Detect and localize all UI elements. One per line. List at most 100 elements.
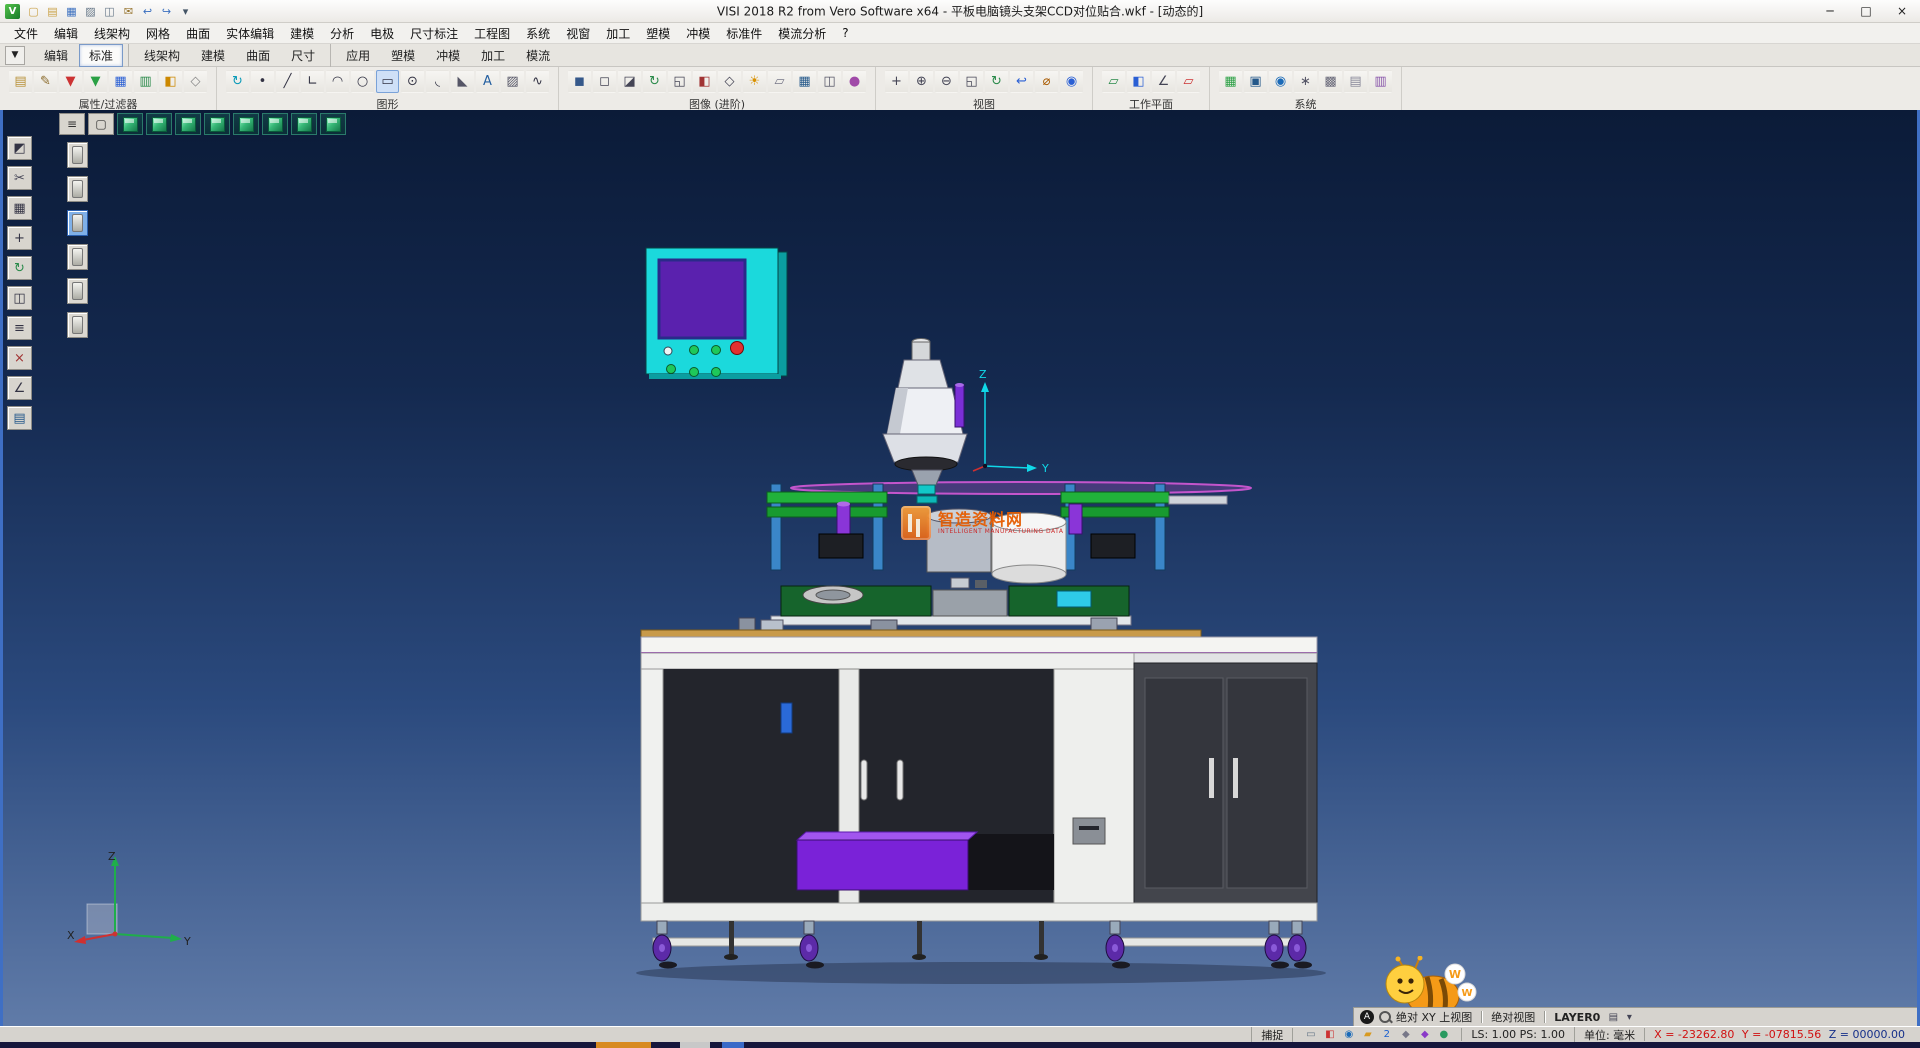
- globe-icon[interactable]: ◉: [1269, 70, 1292, 93]
- color-table-icon[interactable]: ▦: [1219, 70, 1242, 93]
- workplane-xy-icon[interactable]: ▱: [1102, 70, 1125, 93]
- layer-options-icon[interactable]: ▾: [1621, 1010, 1637, 1024]
- solid-status-icon[interactable]: ◆: [1416, 1028, 1433, 1042]
- snapshot-icon[interactable]: ◫: [818, 70, 841, 93]
- text-icon[interactable]: A: [476, 70, 499, 93]
- ribbon-tab[interactable]: 标准: [79, 44, 123, 67]
- print-icon[interactable]: ▨: [81, 3, 100, 20]
- ribbon-tab[interactable]: 加工: [471, 44, 515, 67]
- active-layer-label[interactable]: LAYER0: [1554, 1011, 1600, 1024]
- workplane-new-icon[interactable]: ◧: [1127, 70, 1150, 93]
- menu-item[interactable]: 冲模: [678, 24, 718, 43]
- perspective-icon[interactable]: ◇: [718, 70, 741, 93]
- grid-options-icon[interactable]: ▩: [1319, 70, 1342, 93]
- menu-item[interactable]: 模流分析: [770, 24, 834, 43]
- ellipse-icon[interactable]: ⊙: [401, 70, 424, 93]
- wireframe-view-icon[interactable]: ◻: [593, 70, 616, 93]
- menu-item[interactable]: 系统: [518, 24, 558, 43]
- redraw-icon[interactable]: ↻: [226, 70, 249, 93]
- circle-icon[interactable]: ○: [351, 70, 374, 93]
- blank-view-icon[interactable]: ▢: [88, 113, 114, 135]
- rectangle-icon[interactable]: ▭: [376, 70, 399, 93]
- menu-item[interactable]: 标准件: [718, 24, 770, 43]
- point-icon[interactable]: •: [251, 70, 274, 93]
- curve-icon[interactable]: ∿: [526, 70, 549, 93]
- properties-icon[interactable]: ▤: [9, 70, 32, 93]
- iso-view-3-icon[interactable]: [175, 113, 201, 135]
- folder-status-icon[interactable]: ▰: [1359, 1028, 1376, 1042]
- select-icon[interactable]: ◩: [7, 136, 32, 160]
- layer-manager-icon[interactable]: ▤: [7, 406, 32, 430]
- chamfer-icon[interactable]: ◣: [451, 70, 474, 93]
- viewport-canvas[interactable]: ≡ ▢ ◩✂▦+↻◫≡×∠▤: [0, 110, 1920, 1026]
- ribbon-tab[interactable]: 线架构: [134, 44, 190, 67]
- offset-icon[interactable]: ≡: [7, 316, 32, 340]
- tab-list-dropdown-icon[interactable]: ▼: [5, 46, 25, 65]
- dynamic-rotate-icon[interactable]: ↻: [643, 70, 666, 93]
- save-icon[interactable]: ▦: [62, 3, 81, 20]
- print-preview-icon[interactable]: ◫: [100, 3, 119, 20]
- ribbon-tab[interactable]: 冲模: [426, 44, 470, 67]
- toolbar-options-icon[interactable]: ▾: [176, 3, 195, 20]
- monitor-icon[interactable]: ▣: [1244, 70, 1267, 93]
- render-icon[interactable]: ●: [843, 70, 866, 93]
- iso-view-7-icon[interactable]: [291, 113, 317, 135]
- help-status-icon[interactable]: 2: [1378, 1028, 1395, 1042]
- minimize-button[interactable]: ─: [1812, 0, 1848, 22]
- pan-view-icon[interactable]: +: [885, 70, 908, 93]
- ribbon-tab[interactable]: 应用: [336, 44, 380, 67]
- view-menu-icon[interactable]: ≡: [59, 113, 85, 135]
- delete-icon[interactable]: ×: [7, 346, 32, 370]
- layer-list-icon[interactable]: ▤: [1605, 1010, 1621, 1024]
- iso-view-2-icon[interactable]: [146, 113, 172, 135]
- ribbon-tab[interactable]: 模流: [516, 44, 560, 67]
- snap-toggle[interactable]: 捕捉: [1251, 1027, 1292, 1043]
- iso-view-5-icon[interactable]: [233, 113, 259, 135]
- menu-item[interactable]: 塑模: [638, 24, 678, 43]
- filter-slot-5-icon[interactable]: [67, 278, 88, 304]
- ribbon-tab[interactable]: 尺寸: [281, 44, 325, 67]
- rotate-icon[interactable]: ↻: [7, 256, 32, 280]
- workplane-align-icon[interactable]: ∠: [1152, 70, 1175, 93]
- annotation-badge-icon[interactable]: A: [1360, 1010, 1374, 1024]
- filter-slot-3-icon[interactable]: [67, 210, 88, 236]
- shaded-view-icon[interactable]: ◼: [568, 70, 591, 93]
- view-info-icon[interactable]: ◉: [1060, 70, 1083, 93]
- move-icon[interactable]: +: [7, 226, 32, 250]
- fillet-icon[interactable]: ◟: [426, 70, 449, 93]
- tools-status-icon[interactable]: ◆: [1397, 1028, 1414, 1042]
- ribbon-tab[interactable]: 建模: [191, 44, 235, 67]
- menu-item[interactable]: 网格: [138, 24, 178, 43]
- layer-filter-icon[interactable]: ▥: [134, 70, 157, 93]
- menu-item[interactable]: 分析: [322, 24, 362, 43]
- filter-slot-6-icon[interactable]: [67, 312, 88, 338]
- ribbon-tab[interactable]: 塑模: [381, 44, 425, 67]
- menu-item[interactable]: 工程图: [466, 24, 518, 43]
- hidden-line-icon[interactable]: ◪: [618, 70, 641, 93]
- filter-grid-icon[interactable]: ▦: [109, 70, 132, 93]
- filter-slot-2-icon[interactable]: [67, 176, 88, 202]
- snap-grid-icon[interactable]: ▦: [7, 196, 32, 220]
- arc-icon[interactable]: ◠: [326, 70, 349, 93]
- globe-status-icon[interactable]: ◉: [1340, 1028, 1357, 1042]
- view-mode-label[interactable]: 绝对 XY 上视图: [1396, 1009, 1472, 1025]
- zoom-extents-icon[interactable]: ◱: [668, 70, 691, 93]
- menu-item[interactable]: 尺寸标注: [402, 24, 466, 43]
- prompt-icon[interactable]: ◧: [1321, 1028, 1338, 1042]
- open-file-icon[interactable]: ▤: [43, 3, 62, 20]
- options-icon[interactable]: ∗: [1294, 70, 1317, 93]
- menu-item[interactable]: 曲面: [178, 24, 218, 43]
- database-icon[interactable]: ▥: [1369, 70, 1392, 93]
- zoom-out-icon[interactable]: ⊖: [935, 70, 958, 93]
- section-view-icon[interactable]: ◧: [693, 70, 716, 93]
- filter-add-icon[interactable]: ▼: [59, 70, 82, 93]
- menu-item[interactable]: 建模: [282, 24, 322, 43]
- close-button[interactable]: ×: [1884, 0, 1920, 22]
- menu-item[interactable]: ?: [834, 25, 856, 41]
- menu-item[interactable]: 文件: [6, 24, 46, 43]
- menu-item[interactable]: 实体编辑: [218, 24, 282, 43]
- email-icon[interactable]: ✉: [119, 3, 138, 20]
- ribbon-tab[interactable]: 曲面: [236, 44, 280, 67]
- filter-slot-4-icon[interactable]: [67, 244, 88, 270]
- workplane-reset-icon[interactable]: ▱: [1177, 70, 1200, 93]
